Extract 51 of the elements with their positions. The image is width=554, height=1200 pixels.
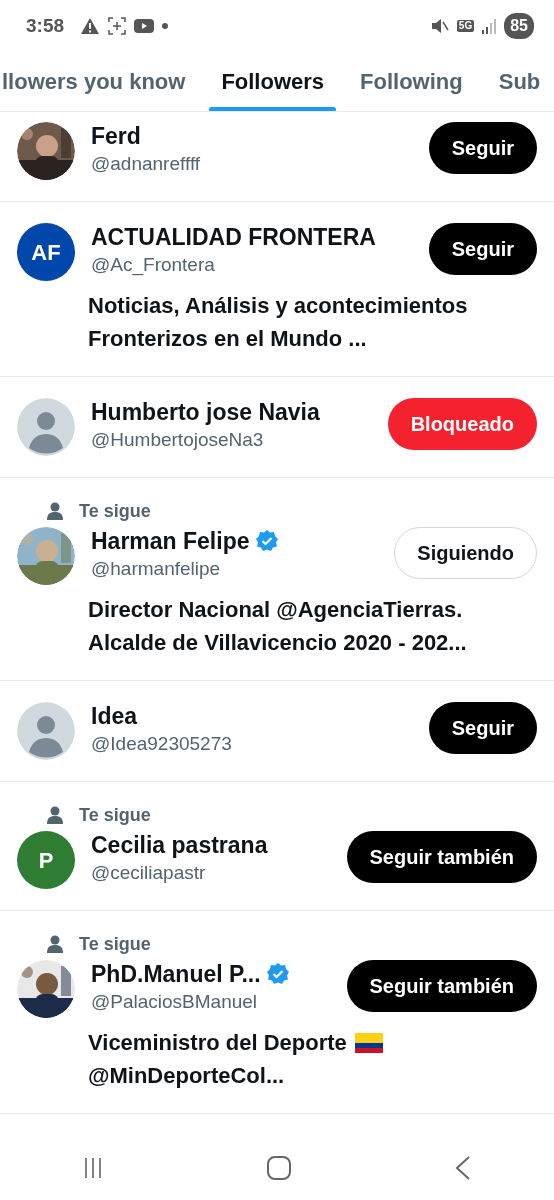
video-icon	[134, 18, 155, 34]
mute-icon	[430, 17, 449, 35]
avatar[interactable]: P	[17, 831, 75, 889]
bio-line: Fronterizos en el Mundo ...	[88, 325, 367, 353]
follows-you-label: Te sigue	[79, 933, 151, 956]
follow-button[interactable]: Seguir	[428, 122, 537, 174]
avatar[interactable]: AF	[17, 223, 75, 281]
person-icon	[47, 935, 63, 953]
follow-button[interactable]: Seguir	[428, 702, 537, 754]
user-name: Cecilia pastrana	[91, 831, 268, 859]
bio-line: Alcalde de Villavicencio 2020 - 202...	[88, 629, 467, 657]
user-name: Harman Felipe	[91, 527, 250, 555]
follows-you-label: Te sigue	[79, 500, 151, 523]
tab[interactable]: Following	[348, 52, 475, 111]
home-icon[interactable]	[266, 1155, 292, 1181]
dot-icon	[162, 23, 169, 29]
bio-line: @MinDeporteCol...	[88, 1062, 285, 1090]
default-avatar[interactable]	[17, 702, 75, 760]
tab[interactable]: llowers you know	[0, 52, 198, 111]
user-handle: @ceciliapastr	[91, 861, 207, 885]
battery-indicator: 85	[504, 13, 534, 39]
screenshot-icon	[108, 17, 127, 35]
user-name: ACTUALIDAD FRONTERA	[91, 223, 376, 251]
user-handle: @harmanfelipe	[91, 557, 222, 581]
status-time: 3:58	[26, 13, 65, 38]
bio-line: Director Nacional @AgenciaTierras.	[88, 596, 463, 624]
tab[interactable]: Followers	[209, 52, 337, 111]
user-name: PhD.Manuel P...	[91, 960, 261, 988]
bio-line: Noticias, Análisis y acontecimientos	[88, 292, 468, 320]
warning-icon	[80, 17, 101, 35]
user-handle: @PalaciosBManuel	[91, 990, 259, 1014]
person-icon	[47, 806, 63, 824]
follow-button[interactable]: Seguir también	[346, 960, 537, 1012]
follows-you-label: Te sigue	[79, 804, 151, 827]
user-name: Ferd	[91, 122, 141, 150]
bio-line: Viceministro del Deporte	[88, 1029, 347, 1057]
network-label: 5G	[456, 20, 475, 32]
user-handle: @adnanreffff	[91, 152, 202, 176]
user-name: Humberto jose Navia	[91, 398, 320, 426]
blocked-button[interactable]: Bloqueado	[387, 398, 537, 450]
user-handle: @HumbertojoseNa3	[91, 428, 265, 452]
following-button[interactable]: Siguiendo	[394, 527, 537, 579]
person-icon	[47, 502, 63, 520]
tab[interactable]: Sub	[486, 52, 553, 111]
user-handle: @Idea92305273	[91, 732, 233, 756]
user-name: Idea	[91, 702, 138, 730]
user-handle: @Ac_Frontera	[91, 253, 216, 278]
default-avatar[interactable]	[17, 398, 75, 456]
follow-button[interactable]: Seguir también	[346, 831, 537, 883]
signal-icon	[482, 18, 497, 34]
follow-button[interactable]: Seguir	[428, 223, 537, 275]
